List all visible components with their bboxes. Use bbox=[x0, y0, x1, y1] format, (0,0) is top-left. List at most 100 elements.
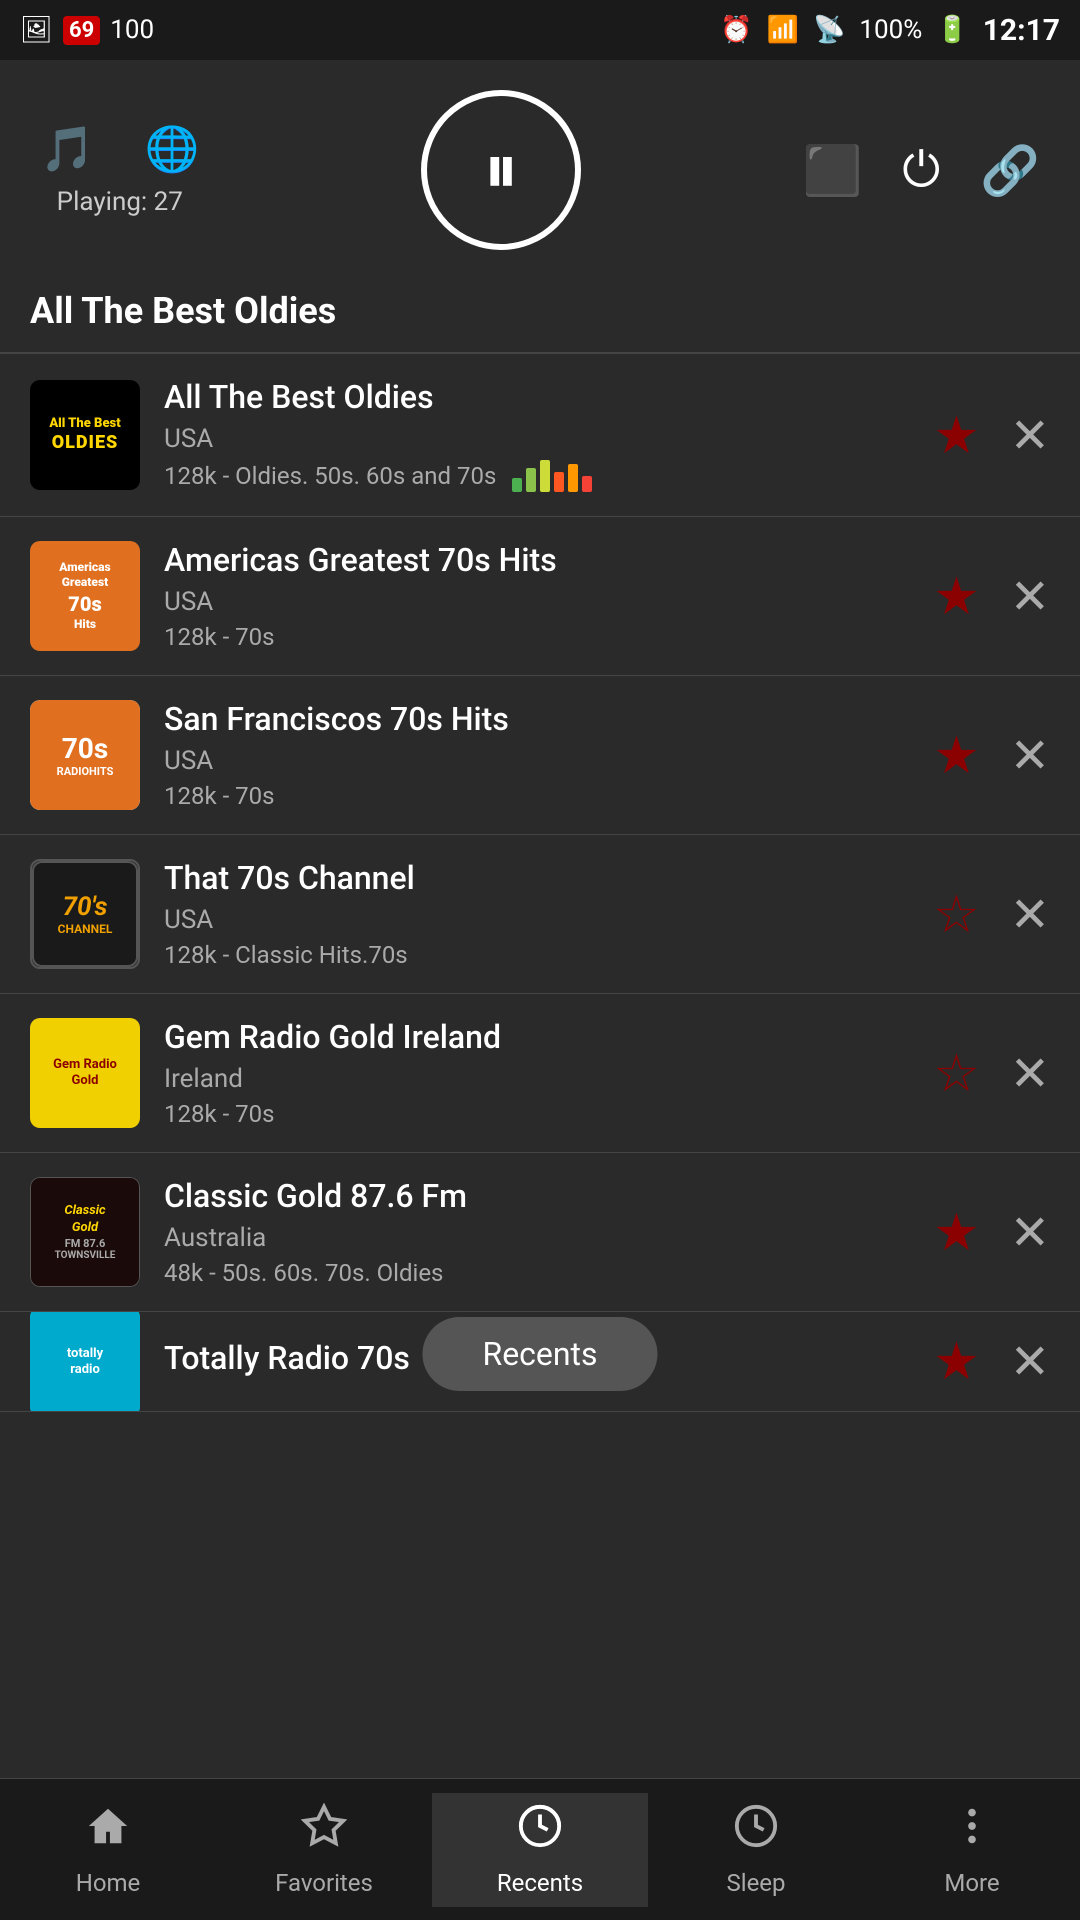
bottom-nav: Home Favorites Recents Sleep More bbox=[0, 1778, 1080, 1920]
radio-item[interactable]: 70's CHANNEL That 70s Channel USA 128k -… bbox=[0, 835, 1080, 994]
favorite-button[interactable]: ☆ bbox=[933, 884, 980, 945]
wifi-icon: 📶 bbox=[767, 15, 799, 45]
radio-details: 48k - 50s. 60s. 70s. Oldies bbox=[164, 1259, 909, 1287]
favorite-button[interactable]: ★ bbox=[933, 1202, 980, 1263]
pause-icon: ⏸ bbox=[484, 129, 519, 211]
radio-logo: totallyradio bbox=[30, 1312, 140, 1412]
remove-button[interactable]: ✕ bbox=[1010, 1204, 1050, 1261]
notification-count: 100 bbox=[110, 15, 154, 45]
radio-list: All The BestOLDIES All The Best Oldies U… bbox=[0, 354, 1080, 1412]
radio-country: USA bbox=[164, 905, 909, 935]
radio-info: That 70s Channel USA 128k - Classic Hits… bbox=[164, 859, 909, 969]
remove-button[interactable]: ✕ bbox=[1010, 886, 1050, 943]
player-header: 🎵 🌐 Playing: 27 ⏸ ⬛ ⏻ 🔗 bbox=[0, 60, 1080, 270]
remove-button[interactable]: ✕ bbox=[1010, 727, 1050, 784]
radio-name: Classic Gold 87.6 Fm bbox=[164, 1177, 909, 1215]
signal-icon: 📡 bbox=[813, 15, 845, 45]
radio-details: 128k - Classic Hits.70s bbox=[164, 941, 909, 969]
remove-button[interactable]: ✕ bbox=[1010, 1045, 1050, 1102]
player-left-controls: 🎵 🌐 Playing: 27 bbox=[40, 123, 200, 217]
equalizer bbox=[512, 460, 592, 492]
favorite-button[interactable]: ★ bbox=[933, 1331, 980, 1392]
radio-country: USA bbox=[164, 746, 909, 776]
radio-details: 128k - 70s bbox=[164, 782, 909, 810]
favorite-button[interactable]: ★ bbox=[933, 566, 980, 627]
radio-item[interactable]: Gem RadioGold Gem Radio Gold Ireland Ire… bbox=[0, 994, 1080, 1153]
radio-name: Americas Greatest 70s Hits bbox=[164, 541, 909, 579]
favorite-button[interactable]: ☆ bbox=[933, 1043, 980, 1104]
radio-actions: ★ ✕ bbox=[933, 566, 1050, 627]
radio-item[interactable]: AmericasGreatest70sHits Americas Greates… bbox=[0, 517, 1080, 676]
radio-name: All The Best Oldies bbox=[164, 378, 909, 416]
radio-country: Australia bbox=[164, 1223, 909, 1253]
radio-actions: ★ ✕ bbox=[933, 1202, 1050, 1263]
radio-logo: Gem RadioGold bbox=[30, 1018, 140, 1128]
playing-status: Playing: 27 bbox=[57, 187, 183, 217]
radio-item[interactable]: ClassicGold FM 87.6 TOWNSVILLE Classic G… bbox=[0, 1153, 1080, 1312]
status-bar: 🖼 69 100 ⏰ 📶 📡 100% 🔋 12:17 bbox=[0, 0, 1080, 60]
status-right: ⏰ 📶 📡 100% 🔋 12:17 bbox=[720, 13, 1060, 48]
remove-button[interactable]: ✕ bbox=[1010, 1333, 1050, 1390]
battery-percent: 100% bbox=[859, 15, 922, 45]
radio-info: San Franciscos 70s Hits USA 128k - 70s bbox=[164, 700, 909, 810]
nav-label-recents: Recents bbox=[497, 1869, 583, 1897]
recents-tooltip: Recents bbox=[422, 1317, 657, 1391]
history-icon bbox=[517, 1803, 563, 1861]
radio-name: San Franciscos 70s Hits bbox=[164, 700, 909, 738]
radio-logo: ClassicGold FM 87.6 TOWNSVILLE bbox=[30, 1177, 140, 1287]
music-note-icon[interactable]: 🎵 bbox=[40, 123, 95, 175]
favorite-button[interactable]: ★ bbox=[933, 405, 980, 466]
radio-name: That 70s Channel bbox=[164, 859, 909, 897]
home-icon bbox=[85, 1803, 131, 1861]
remove-button[interactable]: ✕ bbox=[1010, 568, 1050, 625]
nav-item-sleep[interactable]: Sleep bbox=[648, 1793, 864, 1907]
remove-button[interactable]: ✕ bbox=[1010, 407, 1050, 464]
radio-country: Ireland bbox=[164, 1064, 909, 1094]
now-playing-title: All The Best Oldies bbox=[0, 270, 1080, 354]
battery-icon: 🔋 bbox=[936, 15, 968, 45]
more-dots-icon bbox=[949, 1803, 995, 1861]
share-icon[interactable]: 🔗 bbox=[980, 142, 1040, 199]
favorite-button[interactable]: ★ bbox=[933, 725, 980, 786]
radio-logo: 70s RADIOHITS bbox=[30, 700, 140, 810]
nav-label-sleep: Sleep bbox=[726, 1869, 785, 1897]
radio-logo: 70's CHANNEL bbox=[30, 859, 140, 969]
radio-country: USA bbox=[164, 424, 909, 454]
photo-icon: 🖼 bbox=[20, 15, 53, 45]
radio-details: 128k - 70s bbox=[164, 623, 909, 651]
radio-logo: All The BestOLDIES bbox=[30, 380, 140, 490]
radio-logo: AmericasGreatest70sHits bbox=[30, 541, 140, 651]
status-time: 12:17 bbox=[983, 13, 1060, 48]
app-icon: 69 bbox=[63, 16, 100, 45]
radio-actions: ★ ✕ bbox=[933, 405, 1050, 466]
radio-actions: ★ ✕ bbox=[933, 1331, 1050, 1392]
radio-details: 128k - Oldies. 50s. 60s and 70s bbox=[164, 460, 909, 492]
radio-item[interactable]: All The BestOLDIES All The Best Oldies U… bbox=[0, 354, 1080, 517]
radio-actions: ☆ ✕ bbox=[933, 1043, 1050, 1104]
status-left: 🖼 69 100 bbox=[20, 15, 154, 45]
power-icon[interactable]: ⏻ bbox=[902, 141, 940, 199]
nav-item-recents[interactable]: Recents bbox=[432, 1793, 648, 1907]
radio-name: Gem Radio Gold Ireland bbox=[164, 1018, 909, 1056]
nav-label-home: Home bbox=[76, 1869, 141, 1897]
radio-info: All The Best Oldies USA 128k - Oldies. 5… bbox=[164, 378, 909, 492]
stop-icon[interactable]: ⬛ bbox=[803, 142, 863, 199]
pause-button[interactable]: ⏸ bbox=[421, 90, 581, 250]
radio-info: Classic Gold 87.6 Fm Australia 48k - 50s… bbox=[164, 1177, 909, 1287]
radio-info: Americas Greatest 70s Hits USA 128k - 70… bbox=[164, 541, 909, 651]
player-right-controls: ⬛ ⏻ 🔗 bbox=[803, 141, 1041, 199]
nav-label-favorites: Favorites bbox=[275, 1869, 373, 1897]
radio-info: Gem Radio Gold Ireland Ireland 128k - 70… bbox=[164, 1018, 909, 1128]
star-icon bbox=[301, 1803, 347, 1861]
radio-country: USA bbox=[164, 587, 909, 617]
clock-icon bbox=[733, 1803, 779, 1861]
nav-label-more: More bbox=[944, 1869, 999, 1897]
radio-actions: ☆ ✕ bbox=[933, 884, 1050, 945]
alarm-icon: ⏰ bbox=[720, 15, 752, 45]
globe-icon[interactable]: 🌐 bbox=[145, 123, 200, 175]
nav-item-home[interactable]: Home bbox=[0, 1793, 216, 1907]
radio-item[interactable]: 70s RADIOHITS San Franciscos 70s Hits US… bbox=[0, 676, 1080, 835]
radio-details: 128k - 70s bbox=[164, 1100, 909, 1128]
nav-item-more[interactable]: More bbox=[864, 1793, 1080, 1907]
nav-item-favorites[interactable]: Favorites bbox=[216, 1793, 432, 1907]
